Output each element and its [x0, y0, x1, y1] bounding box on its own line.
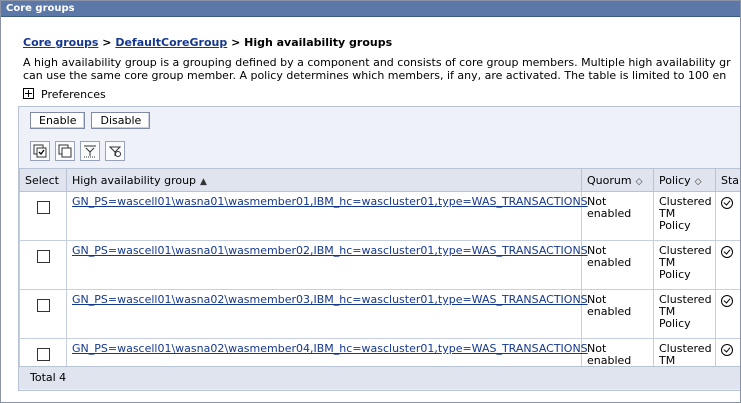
status-ok-icon	[721, 295, 733, 307]
status-cell	[715, 240, 740, 290]
policy-text: TM Policy	[659, 256, 691, 281]
quorum-text: enabled	[587, 305, 632, 318]
quorum-text: enabled	[587, 207, 632, 220]
sort-icon[interactable]: ◇	[695, 177, 702, 187]
policy-text: TM Policy	[659, 207, 691, 232]
ha-group-cell: GN_PS=wascell01\wasna01\wasmember02,IBM_…	[66, 240, 588, 290]
ha-group-cell: GN_PS=wascell01\wasna01\wasmember01,IBM_…	[66, 191, 588, 241]
clear-filter-icon[interactable]	[105, 141, 125, 161]
show-filter-icon[interactable]	[80, 141, 100, 161]
description-line: A high availability group is a grouping …	[23, 56, 731, 69]
row-checkbox[interactable]	[36, 299, 50, 312]
breadcrumb-current: High availability groups	[244, 36, 393, 49]
ha-group-link[interactable]: GN_PS=wascell01\wasna01\wasmember02,IBM_…	[72, 244, 588, 257]
table-row: GN_PS=wascell01\wasna01\wasmember01,IBM_…	[19, 191, 740, 241]
table-header-row: Select High availability group ▲︎ Quorum ◇…	[19, 168, 740, 192]
collection-panel: Enable Disable Select High availability g…	[18, 106, 740, 391]
enable-button[interactable]: Enable	[30, 112, 86, 129]
preferences-toggle[interactable]: Preferences	[23, 88, 106, 102]
column-header-label: High availability group	[72, 173, 197, 187]
column-header-policy[interactable]: Policy ◇	[653, 168, 716, 192]
table-total: Total 4	[19, 366, 740, 389]
column-header-ha-group[interactable]: High availability group ▲︎	[66, 168, 582, 192]
status-cell	[715, 191, 740, 241]
policy-cell: ClusteredTM Policy	[653, 289, 716, 339]
breadcrumb-link-default-core-group[interactable]: DefaultCoreGroup	[115, 36, 227, 49]
table-row: GN_PS=wascell01\wasna02\wasmember03,IBM_…	[19, 289, 740, 339]
status-ok-icon	[721, 197, 733, 209]
policy-cell: ClusteredTM Policy	[653, 191, 716, 241]
deselect-all-icon[interactable]	[55, 141, 75, 161]
sort-icon[interactable]: ◇	[636, 177, 643, 187]
select-all-icon[interactable]	[30, 141, 50, 161]
sort-icon[interactable]: ▲︎	[200, 177, 207, 187]
column-header-quorum[interactable]: Quorum ◇	[581, 168, 654, 192]
select-cell	[19, 191, 67, 241]
ha-group-cell: GN_PS=wascell01\wasna02\wasmember03,IBM_…	[66, 289, 588, 339]
ha-group-link[interactable]: GN_PS=wascell01\wasna02\wasmember04,IBM_…	[72, 342, 588, 355]
policy-cell: ClusteredTM Policy	[653, 240, 716, 290]
status-cell	[715, 289, 740, 339]
table-toolbar	[30, 141, 130, 161]
policy-text: TM Policy	[659, 305, 691, 330]
breadcrumb-separator: >	[227, 36, 245, 49]
select-cell	[19, 240, 67, 290]
quorum-cell: Not enabled	[581, 289, 654, 339]
row-checkbox[interactable]	[36, 201, 50, 214]
status-ok-icon	[721, 246, 733, 258]
status-ok-icon	[721, 344, 733, 356]
quorum-cell: Not enabled	[581, 240, 654, 290]
ha-group-link[interactable]: GN_PS=wascell01\wasna02\wasmember03,IBM_…	[72, 293, 588, 306]
column-header-status[interactable]: Sta	[715, 168, 740, 192]
window-title: Core groups	[1, 1, 740, 17]
column-header-select: Select	[19, 168, 67, 192]
row-checkbox[interactable]	[36, 250, 50, 263]
page-description: A high availability group is a grouping …	[23, 56, 731, 82]
expand-plus-icon[interactable]	[23, 88, 34, 99]
breadcrumb-link-core-groups[interactable]: Core groups	[23, 36, 98, 49]
breadcrumb-separator: >	[98, 36, 116, 49]
row-checkbox[interactable]	[36, 348, 50, 361]
core-groups-window: Core groups Core groups > DefaultCoreGro…	[0, 0, 741, 403]
ha-groups-table: Select High availability group ▲︎ Quorum ◇…	[19, 168, 740, 388]
button-bar: Enable Disable	[30, 112, 156, 130]
disable-button[interactable]: Disable	[91, 112, 151, 129]
preferences-label: Preferences	[41, 88, 106, 101]
quorum-cell: Not enabled	[581, 191, 654, 241]
breadcrumb: Core groups > DefaultCoreGroup > High av…	[23, 36, 392, 49]
description-line: can use the same core group member. A po…	[23, 69, 727, 82]
table-row: GN_PS=wascell01\wasna01\wasmember02,IBM_…	[19, 240, 740, 290]
column-header-label: Quorum	[587, 173, 632, 187]
select-cell	[19, 289, 67, 339]
quorum-text: enabled	[587, 256, 632, 269]
ha-group-link[interactable]: GN_PS=wascell01\wasna01\wasmember01,IBM_…	[72, 195, 588, 208]
column-header-label: Policy	[659, 173, 691, 187]
